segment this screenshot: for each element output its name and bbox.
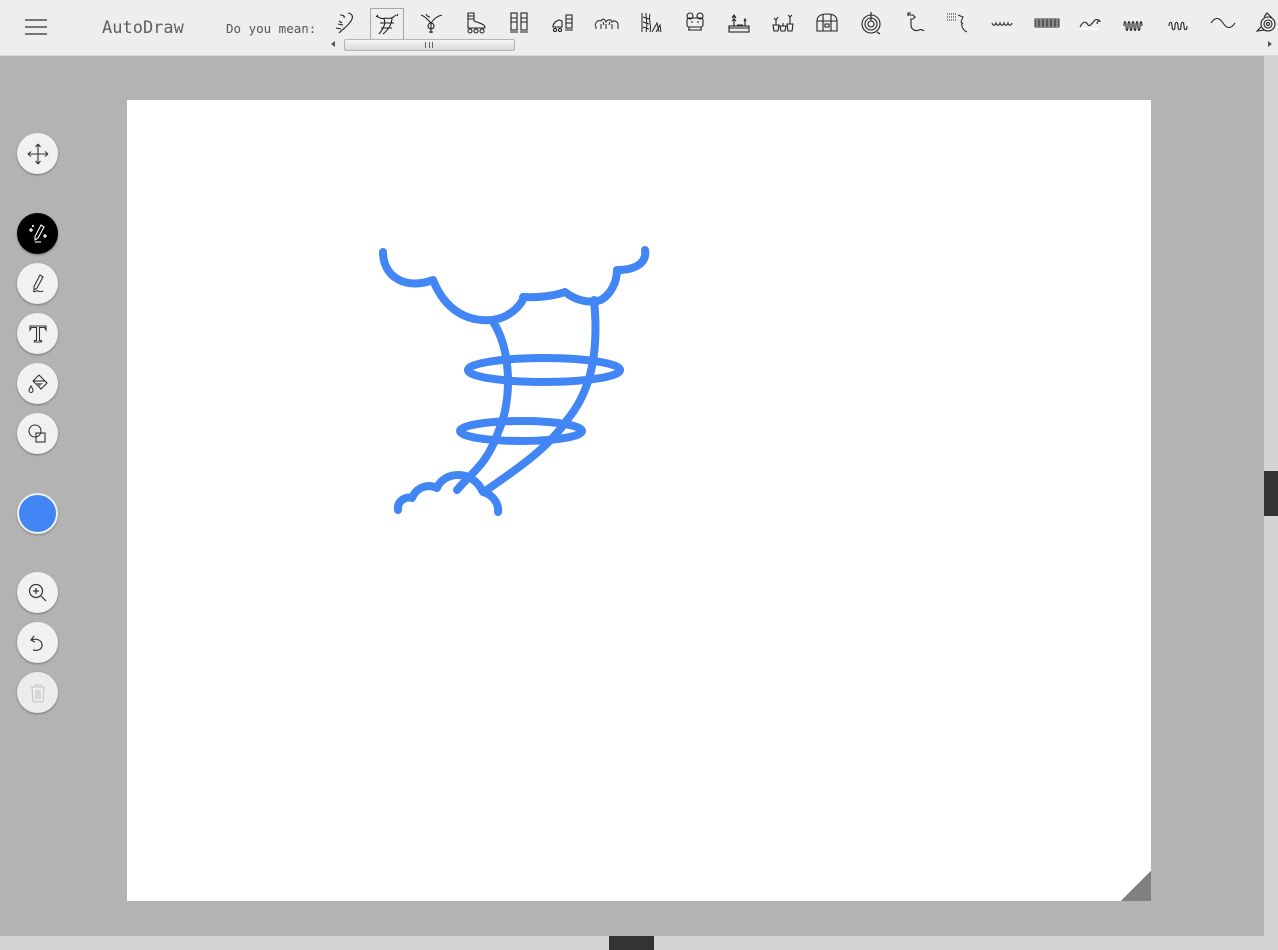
shape-tool-button[interactable] (17, 413, 58, 454)
suggestion-animals-herd[interactable] (590, 7, 624, 39)
suggestion-rose[interactable] (1250, 7, 1278, 39)
drawing-stroke-cloud (379, 246, 650, 325)
drawing-stroke-upper-ring (464, 354, 624, 386)
hamburger-menu-icon[interactable] (24, 16, 48, 40)
delete-button[interactable] (17, 672, 58, 713)
grip-icon (425, 42, 433, 48)
suggestion-tornado-sketch-3[interactable] (414, 7, 448, 39)
type-tool-button[interactable] (17, 313, 58, 354)
suggestions-strip (322, 4, 1278, 40)
color-picker-button[interactable] (17, 493, 58, 534)
suggestion-ski-boots[interactable] (502, 7, 536, 39)
text-t-icon (28, 324, 47, 343)
undo-icon (29, 635, 43, 651)
suggestion-roller-skate[interactable] (458, 7, 492, 39)
vertical-scrollbar-thumb[interactable] (1264, 471, 1278, 516)
drawing-canvas[interactable] (127, 100, 1151, 901)
suggestion-garden-planter[interactable] (722, 7, 756, 39)
canvas-resize-handle[interactable] (1121, 871, 1151, 901)
undo-button[interactable] (17, 622, 58, 663)
suggestion-sine-wave[interactable] (1206, 7, 1240, 39)
suggestions-scrollbar[interactable] (328, 38, 1278, 52)
drawing-stroke-funnel-left (453, 316, 513, 494)
drawing-stroke-ground-cloud (393, 471, 503, 516)
autodraw-app: AutoDraw Do you mean: (0, 0, 1278, 950)
horizontal-scrollbar-thumb[interactable] (609, 936, 654, 950)
zoom-in-icon (28, 583, 46, 601)
paint-bucket-icon (27, 373, 48, 393)
suggestion-dense-squiggle[interactable] (1118, 7, 1152, 39)
suggestion-frog-robot[interactable] (678, 7, 712, 39)
suggestion-tornado-sketch-1[interactable] (327, 7, 361, 39)
suggestion-sprayer-nozzle[interactable] (942, 7, 976, 39)
suggestion-squiggle[interactable] (1162, 7, 1196, 39)
suggestion-roller-skates-pair[interactable] (546, 7, 580, 39)
suggestion-ocean-wave[interactable] (1074, 7, 1108, 39)
suggestion-fence-pattern[interactable] (1030, 7, 1064, 39)
scroll-left-arrow-icon[interactable] (331, 41, 335, 47)
draw-tool-button[interactable] (17, 263, 58, 304)
shapes-icon (27, 423, 46, 443)
suggestion-vines-plants[interactable] (634, 7, 668, 39)
suggestions-scrollbar-thumb[interactable] (344, 39, 515, 51)
scroll-right-arrow-icon[interactable] (1268, 41, 1272, 47)
tornado-drawing (379, 246, 650, 516)
app-title: AutoDraw (102, 18, 184, 38)
move-tool-button[interactable] (17, 133, 58, 174)
top-bar: AutoDraw Do you mean: (0, 0, 1278, 56)
fill-tool-button[interactable] (17, 363, 58, 404)
pencil-icon (32, 273, 44, 292)
trash-icon (30, 683, 45, 703)
autodraw-tool-button[interactable] (17, 213, 58, 254)
zoom-tool-button[interactable] (17, 572, 58, 613)
suggestion-garden-hose-reel[interactable] (854, 7, 888, 39)
suggestion-small-waves[interactable] (986, 7, 1020, 39)
suggestions-label: Do you mean: (226, 21, 317, 36)
suggestion-potted-plants[interactable] (766, 7, 800, 39)
suggestion-treasure-chest[interactable] (810, 7, 844, 39)
move-arrows-icon (27, 143, 48, 164)
suggestion-tornado-sketch-2[interactable] (370, 8, 404, 40)
suggestion-hose-nozzle[interactable] (898, 7, 932, 39)
sparkle-pencil-icon (28, 223, 47, 243)
